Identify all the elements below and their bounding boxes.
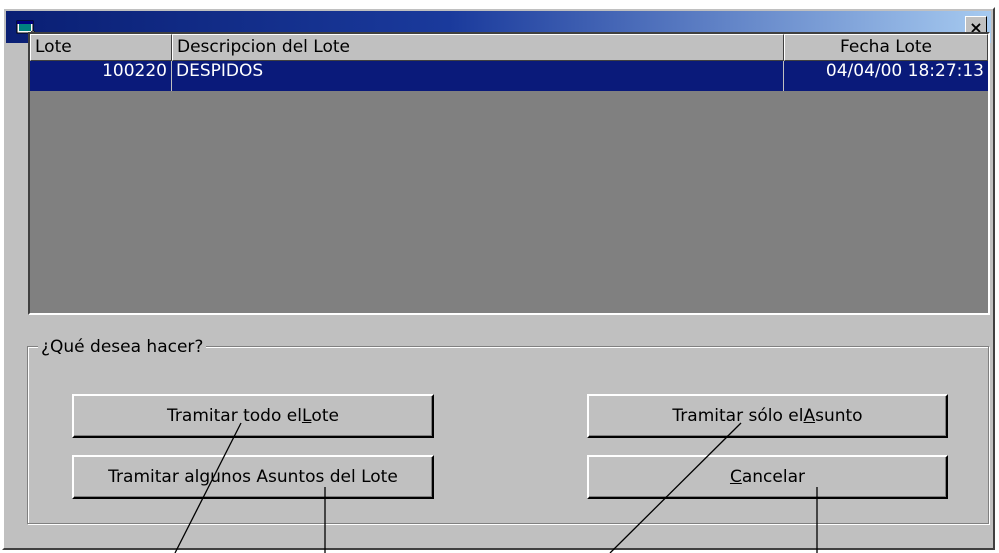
button-label: ancelar bbox=[741, 467, 805, 487]
column-header-lote[interactable]: Lote bbox=[30, 34, 172, 61]
cancelar-button[interactable]: Cancelar bbox=[587, 455, 948, 499]
cell-lote: 100220 bbox=[30, 61, 172, 91]
column-header-descripcion[interactable]: Descripcion del Lote bbox=[172, 34, 784, 61]
accelerator-key: A bbox=[803, 406, 816, 426]
accelerator-key: L bbox=[301, 406, 312, 426]
column-header-fecha[interactable]: Fecha Lote bbox=[784, 34, 988, 61]
accelerator-key: C bbox=[729, 467, 742, 487]
cell-descripcion: DESPIDOS bbox=[172, 61, 784, 91]
options-legend: ¿Qué desea hacer? bbox=[38, 337, 207, 357]
button-label: sunto bbox=[815, 406, 863, 426]
button-label: Tramitar algunos Asuntos del Lote bbox=[108, 467, 398, 487]
button-label: Tramitar sólo el bbox=[672, 406, 804, 426]
cell-fecha: 04/04/00 18:27:13 bbox=[825, 61, 984, 81]
table-row[interactable]: 100220 DESPIDOS 04/04/00 18:27:13 bbox=[30, 61, 988, 91]
button-label: Tramitar todo el bbox=[167, 406, 302, 426]
lote-listview[interactable]: Lote Descripcion del Lote Fecha Lote 100… bbox=[28, 32, 990, 315]
tramitar-todo-lote-button[interactable]: Tramitar todo el Lote bbox=[72, 394, 434, 438]
button-label: ote bbox=[311, 406, 339, 426]
list-header: Lote Descripcion del Lote Fecha Lote bbox=[30, 34, 988, 61]
tramitar-solo-asunto-button[interactable]: Tramitar sólo el Asunto bbox=[587, 394, 948, 438]
tramitar-algunos-asuntos-button[interactable]: Tramitar algunos Asuntos del Lote bbox=[72, 455, 434, 499]
